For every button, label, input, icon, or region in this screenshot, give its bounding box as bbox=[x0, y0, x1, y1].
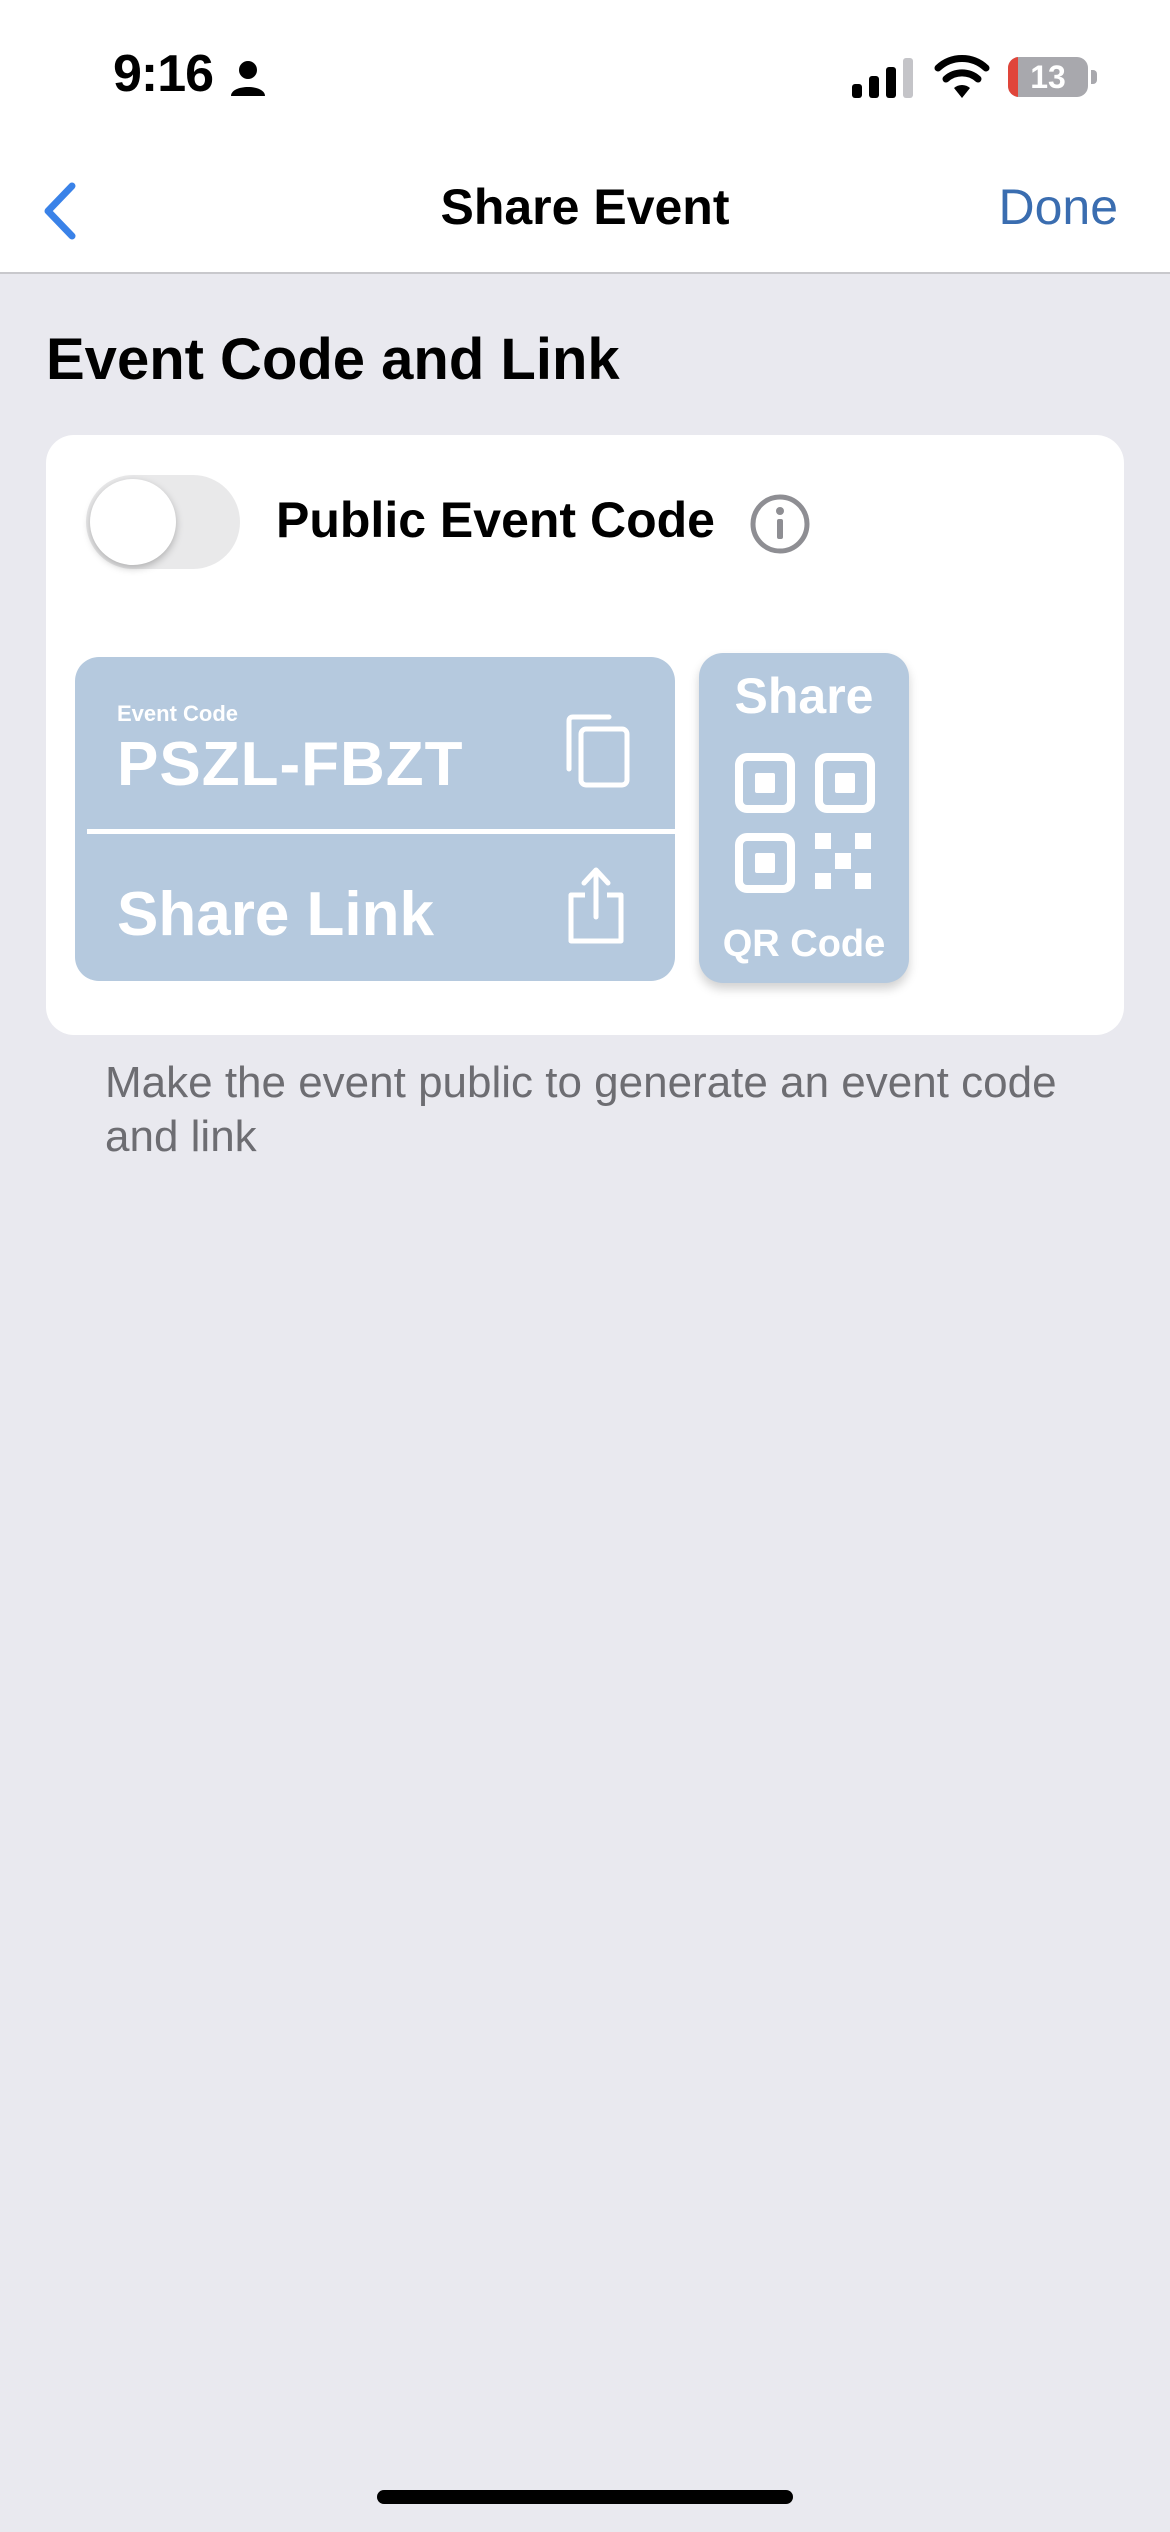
qr-top-label: Share bbox=[734, 668, 874, 724]
qr-code-icon bbox=[735, 753, 875, 893]
qr-bottom-label: QR Code bbox=[722, 923, 886, 965]
done-button[interactable]: Done bbox=[998, 178, 1118, 236]
toggle-knob bbox=[90, 479, 176, 565]
event-code-card: Public Event Code Event Code PSZL-FBZT S… bbox=[46, 435, 1124, 1035]
status-time: 9:16 bbox=[113, 45, 214, 103]
toggle-label: Public Event Code bbox=[276, 492, 715, 548]
event-code-value: PSZL-FBZT bbox=[117, 730, 464, 799]
page-title: Share Event bbox=[440, 179, 730, 235]
navigation-bar: Share Event Done bbox=[0, 154, 1170, 274]
home-indicator[interactable] bbox=[377, 2490, 793, 2504]
cellular-signal-icon bbox=[852, 58, 913, 98]
section-title: Event Code and Link bbox=[46, 327, 620, 392]
battery-indicator: 13 bbox=[1008, 57, 1088, 97]
share-link-button[interactable]: Share Link bbox=[75, 835, 675, 981]
code-divider bbox=[87, 829, 675, 834]
wifi-icon bbox=[934, 55, 990, 98]
public-event-code-toggle[interactable] bbox=[86, 475, 240, 569]
share-icon bbox=[568, 867, 624, 944]
share-link-label: Share Link bbox=[117, 880, 434, 949]
event-code-caption: Event Code bbox=[117, 701, 239, 726]
event-code-box: Event Code PSZL-FBZT Share Link bbox=[75, 657, 675, 981]
share-qr-code-button[interactable]: Share QR Code bbox=[699, 653, 909, 983]
battery-cap bbox=[1091, 70, 1097, 84]
copy-icon[interactable] bbox=[565, 713, 633, 789]
footer-note: Make the event public to generate an eve… bbox=[105, 1058, 1057, 1161]
status-bar: 9:16 13 bbox=[0, 0, 1170, 154]
info-circle-icon[interactable] bbox=[749, 493, 811, 555]
person-icon bbox=[231, 61, 265, 96]
battery-level: 13 bbox=[1030, 58, 1066, 95]
